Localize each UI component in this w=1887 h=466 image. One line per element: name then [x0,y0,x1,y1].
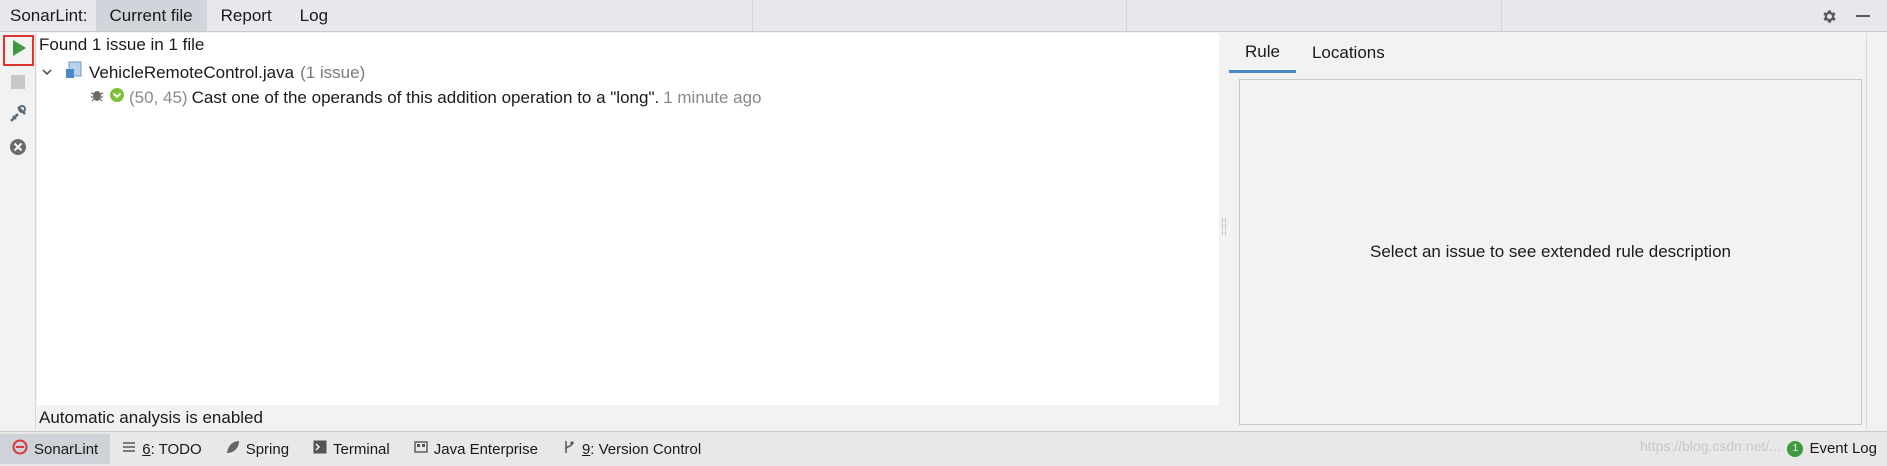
file-name: VehicleRemoteControl.java [89,62,295,82]
tool-window-bar: SonarLint 6: TODO Spring Terminal Java E… [0,431,1887,466]
clear-icon [9,138,27,161]
event-log-badge: 1 [1787,440,1804,457]
file-node[interactable]: VehicleRemoteControl.java (1 issue) [41,61,365,84]
configure-button[interactable] [5,103,31,129]
rule-panel: Rule Locations Select an issue to see ex… [1229,33,1865,430]
sonarlint-header: SonarLint: Current file Report Log [0,0,1887,32]
sonarlint-icon [12,439,28,459]
run-icon [11,39,27,62]
rule-description: Select an issue to see extended rule des… [1239,79,1862,425]
list-icon [122,440,136,458]
issues-tree: Found 1 issue in 1 file VehicleRemoteCon… [37,33,1219,405]
analysis-status: Automatic analysis is enabled [39,408,263,427]
wrench-icon [8,104,28,129]
tab-rule[interactable]: Rule [1229,33,1296,73]
tab-locations[interactable]: Locations [1296,33,1401,73]
terminal-label: Terminal [333,440,390,458]
header-divider [1126,0,1127,31]
issue-time: 1 minute ago [663,87,762,107]
stop-icon [10,74,26,95]
java-enterprise-tool-button[interactable]: Java Enterprise [402,434,550,464]
stop-button[interactable] [5,71,31,97]
terminal-icon [313,440,327,458]
gear-icon[interactable] [1819,6,1839,26]
minimize-icon[interactable] [1853,6,1873,26]
spring-tool-button[interactable]: Spring [214,434,301,464]
java-file-icon [65,61,83,84]
tool-window-title: SonarLint: [10,5,88,25]
run-analysis-button[interactable] [3,35,34,66]
vcs-label: : Version Control [590,440,702,458]
sonarlint-tool-button[interactable]: SonarLint [0,434,111,464]
clear-button[interactable] [5,136,31,162]
splitter-grip[interactable] [1222,219,1226,235]
rule-placeholder: Select an issue to see extended rule des… [1369,242,1731,261]
tab-report[interactable]: Report [207,0,286,31]
issues-summary: Found 1 issue in 1 file [39,35,205,54]
terminal-tool-button[interactable]: Terminal [301,434,402,464]
sonarlint-label: SonarLint [34,440,99,458]
tab-current-file[interactable]: Current file [95,0,207,31]
right-strip [1866,33,1887,430]
spring-leaf-icon [226,440,240,458]
issue-location: (50, 45) [129,87,188,107]
chevron-down-icon[interactable] [41,63,53,83]
version-control-tool-button[interactable]: 9: Version Control [550,434,713,464]
issue-count: (1 issue) [300,62,366,82]
todo-label: : TODO [150,440,202,458]
header-divider [1501,0,1502,31]
spring-label: Spring [245,440,290,458]
todo-mnemonic: 6 [142,440,151,458]
severity-minor-icon [109,87,125,108]
header-divider [752,0,753,31]
watermark: https://blog.csdn.net/... [1640,438,1781,454]
bug-icon [89,87,105,108]
vcs-branch-icon [562,440,576,458]
issue-node[interactable]: (50, 45) Cast one of the operands of thi… [89,87,762,108]
java-enterprise-label: Java Enterprise [433,440,538,458]
issue-message: Cast one of the operands of this additio… [191,87,660,107]
java-enterprise-icon [414,440,428,458]
tab-log[interactable]: Log [286,0,342,31]
event-log-button[interactable]: 1 Event Log [1787,431,1877,466]
left-toolbar [0,33,36,430]
panel-splitter[interactable] [1219,33,1229,430]
todo-tool-button[interactable]: 6: TODO [110,434,213,464]
event-log-label: Event Log [1809,440,1877,457]
